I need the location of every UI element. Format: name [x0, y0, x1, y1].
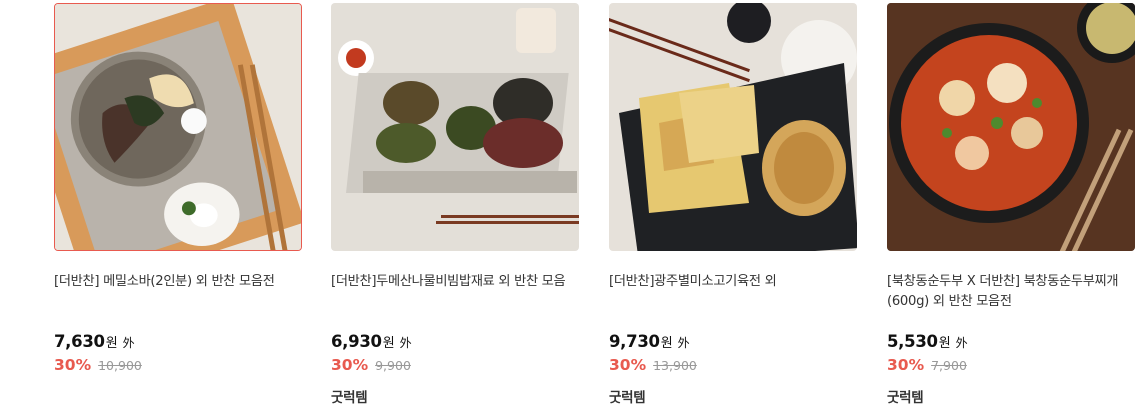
original-price: 10,900	[98, 358, 142, 373]
sale-price: 7,630	[54, 332, 105, 351]
product-card-yukjeon[interactable]: [더반찬]광주별미소고기육전 외 9,730 원 外 30% 13,900 굿럭…	[609, 3, 857, 406]
sundubu-photo	[887, 3, 1135, 251]
discount-rate: 30%	[609, 356, 647, 374]
product-card-namul[interactable]: [더반찬]두메산나물비빔밥재료 외 반찬 모음 6,930 원 外 30% 9,…	[331, 3, 579, 406]
price-suffix: 外	[122, 336, 135, 350]
product-title[interactable]: [더반찬]두메산나물비빔밥재료 외 반찬 모음	[331, 272, 579, 312]
discount-row: 30% 9,900	[331, 356, 579, 378]
discount-rate: 30%	[331, 356, 369, 374]
original-price: 7,900	[931, 358, 967, 373]
discount-rate: 30%	[54, 356, 92, 374]
product-image-yukjeon[interactable]	[609, 3, 857, 251]
product-image-soba[interactable]	[54, 3, 302, 251]
currency-unit: 원	[382, 336, 395, 351]
original-price: 9,900	[375, 358, 411, 373]
soba-photo	[55, 4, 301, 250]
product-image-namul[interactable]	[331, 3, 579, 251]
goodluck-badge: 굿럭템	[609, 390, 646, 406]
discount-row: 30% 10,900	[54, 356, 302, 378]
price-row: 9,730 원 外	[609, 332, 857, 356]
currency-unit: 원	[660, 336, 673, 351]
sale-price: 6,930	[331, 332, 382, 351]
currency-unit: 원	[938, 336, 951, 351]
sale-price: 9,730	[609, 332, 660, 351]
product-image-sundubu[interactable]	[887, 3, 1135, 251]
product-card-sundubu[interactable]: [북창동순두부 X 더반찬] 북창동순두부찌개(600g) 외 반찬 모음전 5…	[887, 3, 1135, 406]
discount-row: 30% 7,900	[887, 356, 1135, 378]
product-title[interactable]: [더반찬] 메밀소바(2인분) 외 반찬 모음전	[54, 272, 302, 312]
sale-price: 5,530	[887, 332, 938, 351]
product-title[interactable]: [더반찬]광주별미소고기육전 외	[609, 272, 857, 312]
goodluck-badge: 굿럭템	[887, 390, 924, 406]
price-row: 6,930 원 外	[331, 332, 579, 356]
yukjeon-photo	[609, 3, 857, 251]
discount-rate: 30%	[887, 356, 925, 374]
currency-unit: 원	[105, 336, 118, 351]
price-row: 7,630 원 外	[54, 332, 302, 356]
namul-photo	[331, 3, 579, 251]
goodluck-badge: 굿럭템	[331, 390, 368, 406]
price-suffix: 外	[955, 336, 968, 350]
discount-row: 30% 13,900	[609, 356, 857, 378]
product-title[interactable]: [북창동순두부 X 더반찬] 북창동순두부찌개(600g) 외 반찬 모음전	[887, 272, 1135, 312]
product-card-soba[interactable]: [더반찬] 메밀소바(2인분) 외 반찬 모음전 7,630 원 外 30% 1…	[54, 3, 302, 378]
original-price: 13,900	[653, 358, 697, 373]
price-suffix: 外	[677, 336, 690, 350]
price-suffix: 外	[399, 336, 412, 350]
price-row: 5,530 원 外	[887, 332, 1135, 356]
